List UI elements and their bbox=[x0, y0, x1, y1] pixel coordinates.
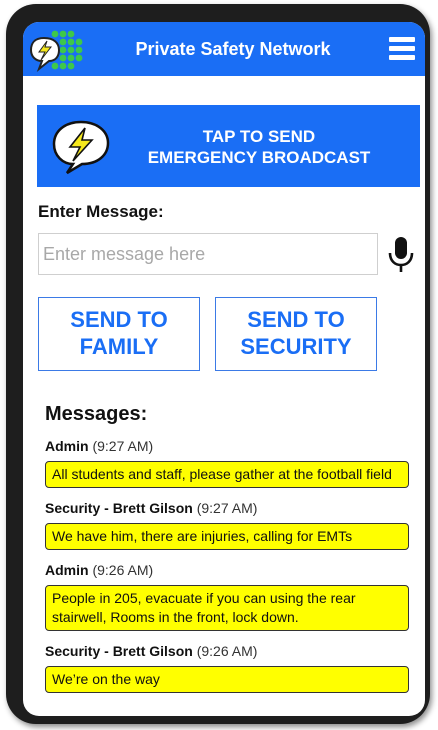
message-sender: Admin bbox=[45, 562, 89, 578]
hamburger-menu-icon[interactable] bbox=[389, 37, 417, 61]
message-time: (9:26 AM) bbox=[196, 643, 258, 659]
message-header: Security - Brett Gilson (9:27 AM) bbox=[45, 499, 411, 521]
microphone-icon[interactable] bbox=[387, 236, 415, 274]
message-bubble: All students and staff, please gather at… bbox=[45, 461, 409, 488]
message-time: (9:26 AM) bbox=[92, 562, 154, 578]
message-header: Admin (9:27 AM) bbox=[45, 437, 411, 459]
message-item: Admin (9:27 AM) All students and staff, … bbox=[45, 437, 411, 488]
broadcast-label: TAP TO SEND EMERGENCY BROADCAST bbox=[121, 126, 397, 168]
send-to-family-button[interactable]: SEND TO FAMILY bbox=[38, 297, 200, 371]
send-to-security-button[interactable]: SEND TO SECURITY bbox=[215, 297, 377, 371]
app-header: Private Safety Network bbox=[23, 22, 425, 76]
message-input[interactable] bbox=[38, 233, 378, 275]
message-sender: Admin bbox=[45, 438, 89, 454]
send-family-line2: FAMILY bbox=[79, 334, 159, 359]
message-bubble: We have him, there are injuries, calling… bbox=[45, 523, 409, 550]
message-list: Admin (9:27 AM) All students and staff, … bbox=[45, 437, 411, 704]
message-time: (9:27 AM) bbox=[196, 500, 258, 516]
phone-frame: Private Safety Network TAP TO SEND EMERG… bbox=[6, 4, 430, 724]
send-security-line1: SEND TO bbox=[247, 307, 345, 332]
message-header: Security - Brett Gilson (9:26 AM) bbox=[45, 642, 411, 664]
message-sender: Security - Brett Gilson bbox=[45, 643, 193, 659]
message-item: Security - Brett Gilson (9:26 AM) We’re … bbox=[45, 642, 411, 693]
lightning-speech-logo-icon bbox=[30, 30, 83, 73]
message-bubble: We’re on the way bbox=[45, 666, 409, 693]
lightning-bolt-icon bbox=[52, 120, 110, 175]
send-family-line1: SEND TO bbox=[70, 307, 168, 332]
message-bubble: People in 205, evacuate if you can using… bbox=[45, 585, 409, 631]
message-item: Security - Brett Gilson (9:27 AM) We hav… bbox=[45, 499, 411, 550]
enter-message-label: Enter Message: bbox=[38, 202, 164, 221]
message-sender: Security - Brett Gilson bbox=[45, 500, 193, 516]
send-security-line2: SECURITY bbox=[240, 334, 352, 359]
emergency-broadcast-button[interactable]: TAP TO SEND EMERGENCY BROADCAST bbox=[37, 105, 420, 187]
broadcast-label-line2: EMERGENCY BROADCAST bbox=[147, 148, 371, 167]
app-title: Private Safety Network bbox=[135, 39, 331, 59]
message-item: Admin (9:26 AM) People in 205, evacuate … bbox=[45, 561, 411, 631]
broadcast-label-line1: TAP TO SEND bbox=[202, 127, 316, 146]
message-header: Admin (9:26 AM) bbox=[45, 561, 411, 583]
app-screen: Private Safety Network TAP TO SEND EMERG… bbox=[23, 22, 425, 716]
messages-heading: Messages: bbox=[45, 403, 148, 425]
message-time: (9:27 AM) bbox=[92, 438, 154, 454]
